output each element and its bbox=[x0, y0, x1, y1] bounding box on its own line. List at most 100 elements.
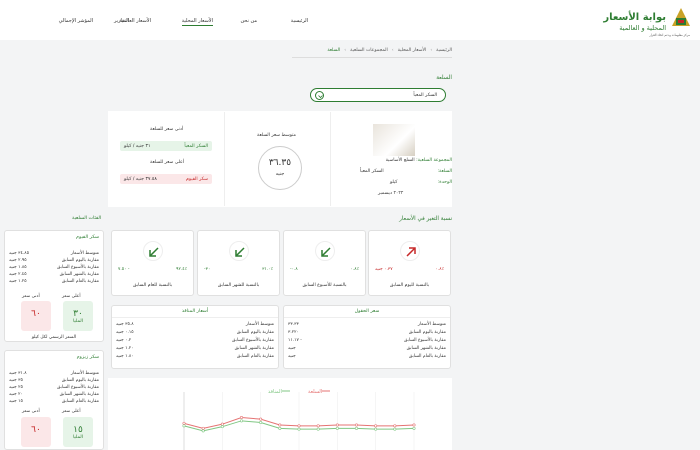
legend-label[interactable]: المنافذ bbox=[268, 389, 282, 395]
data-point[interactable] bbox=[335, 426, 339, 430]
table-row: مقارنة بالأسبوع السابق ١.٨٥ جنيه bbox=[5, 265, 103, 272]
logo-subtitle: المحلية و العالمية bbox=[619, 24, 666, 32]
sidebar-commodity-card[interactable]: سكر زيزوم متوسط الأسعار ٣١.٨ جنيه مقارنة با… bbox=[4, 350, 104, 450]
nav-local-prices[interactable]: الأسعار المحلية bbox=[181, 18, 213, 26]
commodity-group: المجموعة السلعية: السلع الأساسية bbox=[385, 158, 452, 163]
data-point[interactable] bbox=[393, 427, 397, 431]
commodity-unit: الوحدة: bbox=[437, 180, 452, 185]
row-value: ٠.١٥ جنيه bbox=[116, 330, 134, 335]
site-header: بوابة الأسعار المحلية و العالمية مركز مع… bbox=[0, 0, 700, 40]
data-point[interactable] bbox=[278, 423, 282, 427]
row-label: متوسط الأسعار bbox=[245, 322, 274, 327]
panel-divider bbox=[224, 112, 225, 206]
data-point[interactable] bbox=[182, 424, 186, 428]
commodity-name: السلعة: bbox=[437, 169, 452, 174]
nav-home[interactable]: الرئيسية bbox=[291, 18, 308, 24]
row-label: مقارنة بالأسبوع السابق bbox=[56, 385, 99, 390]
change-card-label: بالنسبة للأسبوع السابق bbox=[302, 283, 347, 288]
change-card: ٠.٨٪ -٠.٨ بالنسبة للأسبوع السابق bbox=[283, 230, 366, 296]
data-point[interactable] bbox=[201, 426, 205, 430]
change-delta: ٠.٣٧ جنيه bbox=[375, 267, 393, 272]
data-point[interactable] bbox=[393, 424, 397, 428]
data-point[interactable] bbox=[240, 415, 244, 419]
table-row: مقارنة بالعام السابق ١.٨٠ جنيه bbox=[112, 354, 278, 361]
row-label: مقارنة بالعام السابق bbox=[236, 354, 274, 359]
row-value: جنيه bbox=[288, 354, 296, 359]
data-point[interactable] bbox=[201, 429, 205, 433]
max-price-value: ٣٧.٥٨ جنيه / كيلو bbox=[124, 176, 157, 182]
change-card-label: بالنسبة للشهر السابق bbox=[217, 283, 260, 288]
table-row: مقارنة بالشهر السابق جنيه bbox=[284, 346, 450, 353]
row-label: مقارنة باليوم السابق bbox=[408, 330, 446, 335]
data-point[interactable] bbox=[297, 427, 301, 431]
data-point[interactable] bbox=[355, 423, 359, 427]
row-label: متوسط الأسعار bbox=[70, 251, 99, 256]
table-row: متوسط الأسعار ٣٥.٨ جنيه bbox=[112, 322, 278, 329]
commodity-select[interactable]: السكر المعبأ bbox=[310, 88, 446, 102]
table-row: متوسط الأسعار ٣٣.٣٣ bbox=[284, 322, 450, 329]
breadcrumb-home[interactable]: الرئيسية bbox=[436, 48, 452, 53]
row-value: ١٥ جنيه bbox=[9, 399, 23, 404]
average-price-currency: جنيه bbox=[275, 171, 285, 177]
change-delta: -٠.٨ bbox=[290, 267, 298, 272]
breadcrumb-groups[interactable]: المجموعات السلعية bbox=[350, 48, 388, 53]
legend-label[interactable]: السلعة bbox=[308, 389, 322, 395]
site-logo[interactable]: بوابة الأسعار المحلية و العالمية مركز مع… bbox=[600, 4, 692, 40]
row-value: ٠.٢ جنيه bbox=[116, 338, 132, 343]
row-label: مقارنة بالأسبوع السابق bbox=[231, 338, 274, 343]
change-card: ٠.٨٪ ٠.٣٧ جنيه بالنسبة لليوم السابق bbox=[368, 230, 451, 296]
data-point[interactable] bbox=[259, 420, 263, 424]
sugar-image bbox=[373, 124, 415, 156]
row-label: مقارنة بالشهر السابق bbox=[59, 272, 99, 277]
data-point[interactable] bbox=[316, 424, 320, 428]
data-point[interactable] bbox=[316, 427, 320, 431]
table-row: مقارنة بالشهر السابق ٢.٤٥ جنيه bbox=[5, 272, 103, 279]
nav-reports[interactable]: التقارير bbox=[114, 18, 129, 24]
min-price-caption: أدنى سعر bbox=[22, 294, 40, 299]
table-row: مقارنة بالأسبوع السابق ٠.٢ جنيه bbox=[112, 338, 278, 345]
row-value: ١.٢٥ جنيه bbox=[9, 279, 27, 284]
breadcrumb-separator: ‹ bbox=[344, 47, 347, 53]
data-point[interactable] bbox=[220, 422, 224, 426]
change-card: ٩٢.٤٪ ٧.٥٠ - بالنسبة للعام السابق bbox=[111, 230, 194, 296]
table-row: مقارنة باليوم السابق ٣.٢٢٠ bbox=[284, 330, 450, 337]
sidebar-commodity-card[interactable]: سكر الفيوم متوسط الأسعار ٣٤.٨٥ جنيه مقارنة … bbox=[4, 230, 104, 342]
logo-caption: مركز معلومات ودعم اتخاذ القرار bbox=[649, 33, 690, 37]
data-point[interactable] bbox=[297, 424, 301, 428]
data-point[interactable] bbox=[278, 426, 282, 430]
nav-about[interactable]: من نحن bbox=[241, 18, 258, 24]
table-row: مقارنة بالشهر السابق ١.٢٠ جنيه bbox=[112, 346, 278, 353]
commodity-section-title: السلعة bbox=[436, 75, 452, 81]
row-value: ٢٥ جنيه bbox=[9, 385, 23, 390]
change-percent: ٠.٨٪ bbox=[435, 267, 444, 272]
data-point[interactable] bbox=[259, 417, 263, 421]
row-label: مقارنة بالشهر السابق bbox=[406, 346, 446, 351]
average-price-label: متوسط سعر السلعة bbox=[257, 133, 296, 138]
row-value: ٣٥ جنيه bbox=[9, 378, 23, 383]
wholesale-price-title: سعر الحقول bbox=[284, 306, 450, 318]
row-value: ١.٨٥ جنيه bbox=[9, 265, 27, 270]
data-point[interactable] bbox=[182, 421, 186, 425]
min-price-badge: ٦٠ bbox=[21, 417, 51, 447]
max-price-label: أعلى سعر للسلعة bbox=[150, 160, 185, 165]
data-point[interactable] bbox=[374, 424, 378, 428]
arrow-down-icon bbox=[228, 241, 249, 261]
breadcrumb: الرئيسية ‹ الأسعار المحلية ‹ المجموعات ا… bbox=[327, 45, 452, 55]
data-point[interactable] bbox=[220, 425, 224, 429]
arrow-down-icon bbox=[314, 241, 335, 261]
data-point[interactable] bbox=[412, 426, 416, 430]
row-value: ٢.٤٥ جنيه bbox=[9, 272, 27, 277]
data-point[interactable] bbox=[412, 423, 416, 427]
min-price-number: ٦٠ bbox=[31, 309, 41, 319]
data-point[interactable] bbox=[374, 427, 378, 431]
change-percent: ٩٢.٤٪ bbox=[176, 267, 187, 272]
row-label: مقارنة بالعام السابق bbox=[408, 354, 446, 359]
row-label: مقارنة بالشهر السابق bbox=[234, 346, 274, 351]
data-point[interactable] bbox=[240, 419, 244, 423]
data-point[interactable] bbox=[355, 426, 359, 430]
commodity-name-value: السكر المعبأ bbox=[360, 169, 384, 174]
data-point[interactable] bbox=[335, 423, 339, 427]
breadcrumb-local-prices[interactable]: الأسعار المحلية bbox=[398, 48, 427, 53]
max-price-unit: المليا bbox=[72, 319, 84, 324]
nav-index[interactable]: المؤشر الإجمالي bbox=[59, 18, 93, 24]
